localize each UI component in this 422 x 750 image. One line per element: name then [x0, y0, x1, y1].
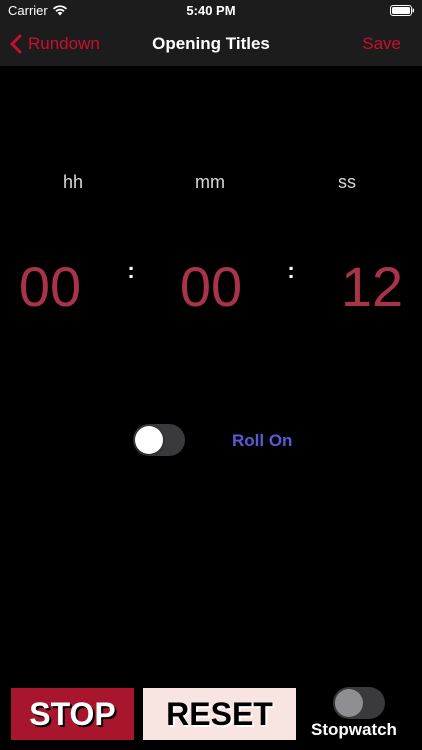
status-bar: Carrier 5:40 PM	[0, 0, 422, 22]
roll-on-label: Roll On	[232, 431, 293, 450]
time-separator: :	[127, 258, 135, 283]
toggle-knob	[335, 689, 363, 717]
seconds-value[interactable]: 12	[317, 252, 422, 322]
stopwatch-label: Stopwatch	[311, 720, 397, 739]
battery-icon	[390, 5, 414, 16]
save-button[interactable]: Save	[362, 22, 401, 66]
minutes-unit-label: mm	[195, 172, 225, 192]
reset-button[interactable]: RESET	[143, 688, 296, 740]
toggle-knob	[135, 426, 163, 454]
hours-value[interactable]: 00	[0, 252, 105, 322]
back-button[interactable]: Rundown	[10, 22, 100, 66]
roll-on-toggle[interactable]	[133, 424, 185, 456]
stopwatch-toggle[interactable]	[333, 687, 385, 719]
clock-label: 5:40 PM	[186, 3, 236, 18]
time-separator: :	[287, 258, 295, 283]
hours-unit-label: hh	[62, 172, 84, 192]
seconds-unit-label: ss	[338, 172, 356, 192]
minutes-value[interactable]: 00	[156, 252, 266, 322]
back-button-label: Rundown	[28, 34, 100, 53]
stop-button[interactable]: STOP	[11, 688, 134, 740]
navigation-bar: Rundown Opening Titles Save	[0, 22, 422, 66]
chevron-left-icon	[10, 34, 22, 54]
